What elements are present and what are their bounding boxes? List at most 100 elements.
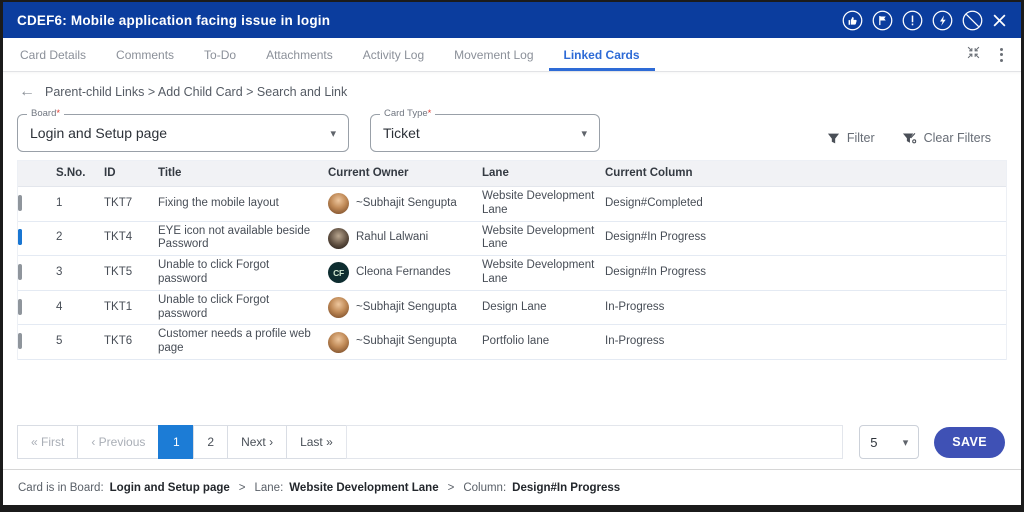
bolt-icon[interactable]: [932, 10, 953, 31]
row-checkbox[interactable]: [18, 298, 22, 315]
header-title: Title: [158, 166, 182, 179]
pagination-page-1-button[interactable]: 1: [158, 425, 195, 459]
header-checkbox-col: [18, 171, 54, 177]
clear-filters-button[interactable]: Clear Filters: [902, 131, 991, 145]
board-select[interactable]: Board* Login and Setup page ▾: [17, 108, 349, 152]
avatar: [328, 227, 349, 249]
pagination-next-button[interactable]: Next ›: [227, 425, 288, 459]
filter-tools: Filter Clear Filters: [827, 131, 991, 145]
row-checkbox[interactable]: [18, 229, 22, 246]
status-lane-value: Website Development Lane: [289, 481, 439, 494]
row-checkbox[interactable]: [18, 333, 22, 350]
cell-sno: 5: [56, 335, 63, 348]
tab-activity-log[interactable]: Activity Log: [348, 38, 439, 71]
collapse-icon[interactable]: [966, 45, 981, 65]
modal-titlebar: CDEF6: Mobile application facing issue i…: [3, 2, 1021, 38]
cell-lane: Design Lane: [482, 300, 547, 313]
page-size-value: 5: [870, 434, 878, 450]
breadcrumb: ← Parent-child Links > Add Child Card > …: [19, 84, 1021, 100]
block-icon[interactable]: [962, 10, 983, 31]
header-column: Current Column: [605, 166, 693, 179]
pagination-previous-button[interactable]: ‹ Previous: [77, 425, 160, 459]
page-size-select[interactable]: 5 ▾: [859, 425, 920, 459]
board-select-value: Login and Setup page: [30, 125, 168, 141]
linked-cards-table: S.No. ID Title Current Owner Lane Curren…: [17, 160, 1007, 360]
card-type-select-value: Ticket: [383, 125, 420, 141]
close-icon[interactable]: [992, 13, 1007, 28]
avatar: CF: [328, 262, 349, 284]
alert-icon[interactable]: [902, 10, 923, 31]
tab-to-do[interactable]: To-Do: [189, 38, 251, 71]
tab-bar: Card Details Comments To-Do Attachments …: [3, 38, 1021, 72]
status-separator: >: [238, 481, 246, 494]
cell-lane: Website Development Lane: [482, 259, 595, 285]
tab-linked-cards[interactable]: Linked Cards: [549, 38, 655, 71]
header-lane: Lane: [482, 166, 509, 179]
pagination-last-button[interactable]: Last »: [286, 425, 347, 459]
table-row: 2 TKT4 EYE icon not available beside Pas…: [18, 221, 1006, 257]
breadcrumb-path: Parent-child Links > Add Child Card > Se…: [45, 85, 348, 99]
chevron-down-icon: ▾: [902, 436, 909, 449]
status-separator: >: [447, 481, 455, 494]
cell-column: Design#Completed: [605, 196, 703, 209]
row-checkbox[interactable]: [18, 264, 22, 281]
tab-comments[interactable]: Comments: [101, 38, 189, 71]
cell-title: Fixing the mobile layout: [158, 196, 279, 209]
status-board-value: Login and Setup page: [109, 481, 230, 494]
cell-sno: 1: [56, 196, 63, 209]
titlebar-actions: [842, 10, 1007, 31]
chevron-down-icon: ▾: [581, 127, 587, 140]
avatar: [328, 297, 349, 319]
cell-id: TKT1: [104, 300, 133, 313]
cell-column: Design#In Progress: [605, 231, 706, 244]
status-bar: Card is in Board: Login and Setup page >…: [3, 469, 1021, 505]
save-button[interactable]: SAVE: [934, 426, 1005, 458]
kebab-menu-icon[interactable]: [998, 46, 1005, 64]
header-sno: S.No.: [56, 166, 86, 179]
pagination-page-2-button[interactable]: 2: [193, 425, 229, 459]
cell-sno: 2: [56, 231, 63, 244]
cell-lane: Website Development Lane: [482, 190, 595, 216]
cell-title: Customer needs a profile web page: [158, 328, 311, 355]
like-icon[interactable]: [842, 10, 863, 31]
cell-owner: ~Subhajit Sengupta: [356, 335, 457, 348]
avatar: [328, 331, 349, 353]
tab-movement-log[interactable]: Movement Log: [439, 38, 548, 71]
header-owner: Current Owner: [328, 166, 409, 179]
cell-lane: Portfolio lane: [482, 335, 550, 348]
pagination-first-button[interactable]: « First: [17, 425, 79, 459]
cell-id: TKT5: [104, 266, 133, 279]
table-row: 3 TKT5 Unable to click Forgot password C…: [18, 256, 1006, 291]
cell-column: In-Progress: [605, 335, 665, 348]
flag-icon[interactable]: [872, 10, 893, 31]
row-checkbox[interactable]: [18, 194, 22, 211]
cell-owner: ~Subhajit Sengupta: [356, 196, 457, 209]
back-arrow-icon[interactable]: ←: [19, 84, 35, 100]
cell-id: TKT6: [104, 335, 133, 348]
cell-title: Unable to click Forgot password: [158, 259, 270, 285]
cell-lane: Website Development Lane: [482, 224, 595, 251]
cell-owner: Rahul Lalwani: [356, 231, 429, 244]
card-type-select[interactable]: Card Type* Ticket ▾: [370, 108, 600, 152]
cell-id: TKT7: [104, 196, 133, 209]
chevron-down-icon: ▾: [330, 127, 336, 140]
table-row: 1 TKT7 Fixing the mobile layout ~Subhaji…: [18, 187, 1006, 222]
cell-sno: 4: [56, 300, 63, 313]
tab-attachments[interactable]: Attachments: [251, 38, 348, 71]
cell-column: Design#In Progress: [605, 266, 706, 279]
cell-sno: 3: [56, 266, 63, 279]
funnel-slash-icon: [902, 132, 917, 145]
table-row: 4 TKT1 Unable to click Forgot password ~…: [18, 290, 1006, 326]
status-lane-label: Lane:: [254, 481, 284, 494]
status-column-value: Design#In Progress: [512, 481, 621, 494]
tab-card-details[interactable]: Card Details: [5, 38, 101, 71]
status-column-label: Column:: [463, 481, 507, 494]
cell-column: In-Progress: [605, 300, 665, 313]
table-row: 5 TKT6 Customer needs a profile web page…: [18, 325, 1006, 360]
avatar: [328, 193, 349, 215]
table-header-row: S.No. ID Title Current Owner Lane Curren…: [18, 161, 1006, 187]
filter-button[interactable]: Filter: [827, 131, 875, 145]
cell-title: EYE icon not available beside Password: [158, 224, 311, 251]
status-board-label: Card is in Board:: [18, 481, 104, 494]
cell-id: TKT4: [104, 231, 133, 244]
